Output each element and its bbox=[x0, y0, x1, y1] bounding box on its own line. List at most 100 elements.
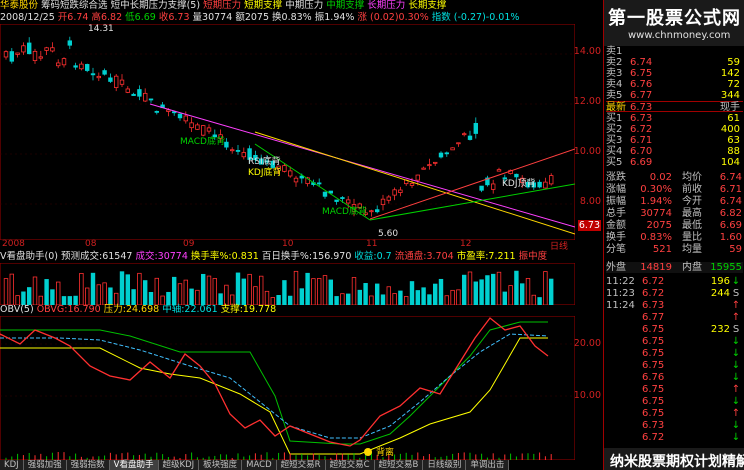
tab-attack[interactable]: 单调出击 bbox=[466, 460, 510, 470]
tick-direction: ↑ bbox=[731, 408, 741, 419]
footer-banner-text: 纳米股票期权计划精解 bbox=[610, 454, 744, 470]
vol-pct: 收益:0.7 bbox=[354, 251, 392, 262]
volume-bar bbox=[461, 274, 467, 305]
volume-bar bbox=[409, 281, 415, 305]
tab-v-helper[interactable]: V看盘助手 bbox=[109, 460, 159, 470]
tab-macd[interactable]: MACD bbox=[242, 460, 277, 470]
vol-hundred: 百日换手%:156.970 bbox=[261, 251, 352, 262]
order-book-sell-row: 卖1 bbox=[606, 46, 743, 57]
tick-price: 6.76 bbox=[642, 372, 665, 383]
volume-bar bbox=[485, 275, 490, 305]
order-book-sell-row: 卖5 6.77 344 bbox=[606, 90, 743, 101]
annot-macd-1: MACD底背 bbox=[180, 135, 225, 147]
tick-volume: 232 bbox=[710, 324, 730, 335]
tab-kdj[interactable]: KDJ bbox=[0, 460, 24, 470]
watermark-banner: 第一股票公式网 www.chnmoney.com bbox=[604, 0, 744, 46]
sell-label: 卖1 bbox=[606, 46, 623, 57]
volume-chart[interactable] bbox=[0, 263, 575, 305]
obv-tick: 20.00 bbox=[573, 338, 601, 349]
order-book-buy-row: 买4 6.70 88 bbox=[606, 146, 743, 157]
volume-bar bbox=[508, 285, 513, 305]
indicator-name[interactable]: 筹码短跌综合选 bbox=[41, 0, 108, 11]
info-index: 指数 (-0.27)-0.01% bbox=[431, 12, 520, 23]
price-tick: 8.00 bbox=[579, 196, 601, 207]
candle-body bbox=[108, 77, 113, 82]
candle-body bbox=[490, 183, 496, 190]
sell-label: 卖5 bbox=[606, 90, 623, 101]
volume-bar bbox=[432, 283, 438, 305]
tick-volume bbox=[680, 312, 730, 323]
tick-time bbox=[606, 348, 642, 359]
tab-sector[interactable]: 板块强度 bbox=[199, 460, 243, 470]
tick-volume bbox=[680, 408, 730, 419]
candle-body bbox=[241, 152, 246, 158]
volume-bar bbox=[386, 286, 391, 305]
obv-support: 支撑:19.778 bbox=[220, 304, 277, 315]
candle-body bbox=[427, 164, 432, 167]
tab-trade-b[interactable]: 超短交易B bbox=[374, 460, 424, 470]
buy-label: 买5 bbox=[606, 157, 623, 168]
volume-bar bbox=[90, 272, 96, 305]
volume-bar bbox=[32, 276, 38, 305]
tick-time bbox=[606, 360, 642, 371]
volume-bar bbox=[102, 282, 107, 305]
info-amplitude: 振1.94% bbox=[314, 12, 355, 23]
candle-body bbox=[369, 210, 374, 213]
info-close: 收6.73 bbox=[158, 12, 190, 23]
obv-title[interactable]: OBV(5) bbox=[0, 304, 34, 315]
candle-body bbox=[479, 185, 484, 191]
candlestick-chart[interactable]: 14.31 5.60 MACD底背 RSI底背 KDJ底背 MACD底背 KDJ… bbox=[0, 24, 575, 240]
tick-volume bbox=[680, 396, 730, 407]
indicator-tabs: KDJ 强弱加强 强弱指数 V看盘助手 超级KDJ 板块强度 MACD 超短交易… bbox=[0, 460, 603, 470]
volume-bar bbox=[177, 283, 183, 305]
tick-price: 6.72 bbox=[642, 288, 665, 299]
vol-title[interactable]: V看盘助手(0) bbox=[0, 251, 58, 262]
tick-time bbox=[606, 396, 642, 407]
tab-daily[interactable]: 日线级别 bbox=[423, 460, 467, 470]
volume-bar bbox=[293, 270, 299, 305]
tab-trade-r[interactable]: 超短交易R bbox=[276, 460, 326, 470]
tab-strong-index[interactable]: 强弱指数 bbox=[66, 460, 110, 470]
tick-direction: ↓ bbox=[731, 276, 741, 287]
tick-volume bbox=[680, 360, 730, 371]
obv-chart[interactable]: 背离 bbox=[0, 316, 575, 460]
stat-label: 涨幅 bbox=[606, 184, 626, 195]
tick-volume: 196 bbox=[710, 276, 730, 287]
stock-name[interactable]: 华泰股份 bbox=[0, 0, 38, 11]
tick-direction: ↓ bbox=[731, 336, 741, 347]
sell-label: 卖2 bbox=[606, 57, 623, 68]
latest-price: 6.73 bbox=[630, 102, 653, 113]
order-book-buy-row: 买5 6.69 104 bbox=[606, 157, 743, 168]
candle-body bbox=[195, 124, 200, 130]
volume-bar bbox=[253, 286, 258, 305]
info-high: 高6.82 bbox=[91, 12, 123, 23]
volume-bar bbox=[108, 287, 113, 305]
tick-volume bbox=[680, 420, 730, 431]
obv-pressure: 压力:24.698 bbox=[103, 304, 160, 315]
volume-panel-header: V看盘助手(0) 预测成交:61547 成交:30774 换手率%:0.831 … bbox=[0, 251, 575, 263]
buy-label: 买3 bbox=[606, 135, 623, 146]
top-price-label: 14.31 bbox=[88, 24, 114, 34]
stat-label: 分笔 bbox=[606, 244, 626, 255]
tick-volume bbox=[680, 300, 730, 311]
tick-row: 6.72 ↓ bbox=[606, 432, 743, 443]
volume-bar bbox=[467, 271, 473, 305]
candle-body bbox=[73, 65, 78, 68]
latest-extra: 现手 bbox=[720, 102, 740, 113]
tab-strong-plus[interactable]: 强弱加强 bbox=[23, 460, 67, 470]
watermark-url: www.chnmoney.com bbox=[628, 30, 731, 41]
date-tick: 12 bbox=[460, 239, 472, 249]
tab-super-kdj[interactable]: 超级KDJ bbox=[158, 460, 200, 470]
candle-body bbox=[334, 199, 339, 202]
tick-price: 6.72 bbox=[642, 432, 665, 443]
volume-bar bbox=[322, 275, 328, 305]
stat-row: 涨跌 0.02 均价 6.74 bbox=[606, 172, 743, 183]
stat-label-2: 均量 bbox=[682, 244, 702, 255]
vol-pred: 预测成交:61547 bbox=[61, 251, 133, 262]
volume-bar bbox=[3, 278, 9, 305]
candle-body bbox=[200, 125, 206, 136]
tab-trade-c[interactable]: 超短交易C bbox=[325, 460, 375, 470]
candle-body bbox=[206, 127, 212, 132]
stat-label-2: 前收 bbox=[682, 184, 702, 195]
stat-row: 金额 2075 最低 6.69 bbox=[606, 220, 743, 231]
